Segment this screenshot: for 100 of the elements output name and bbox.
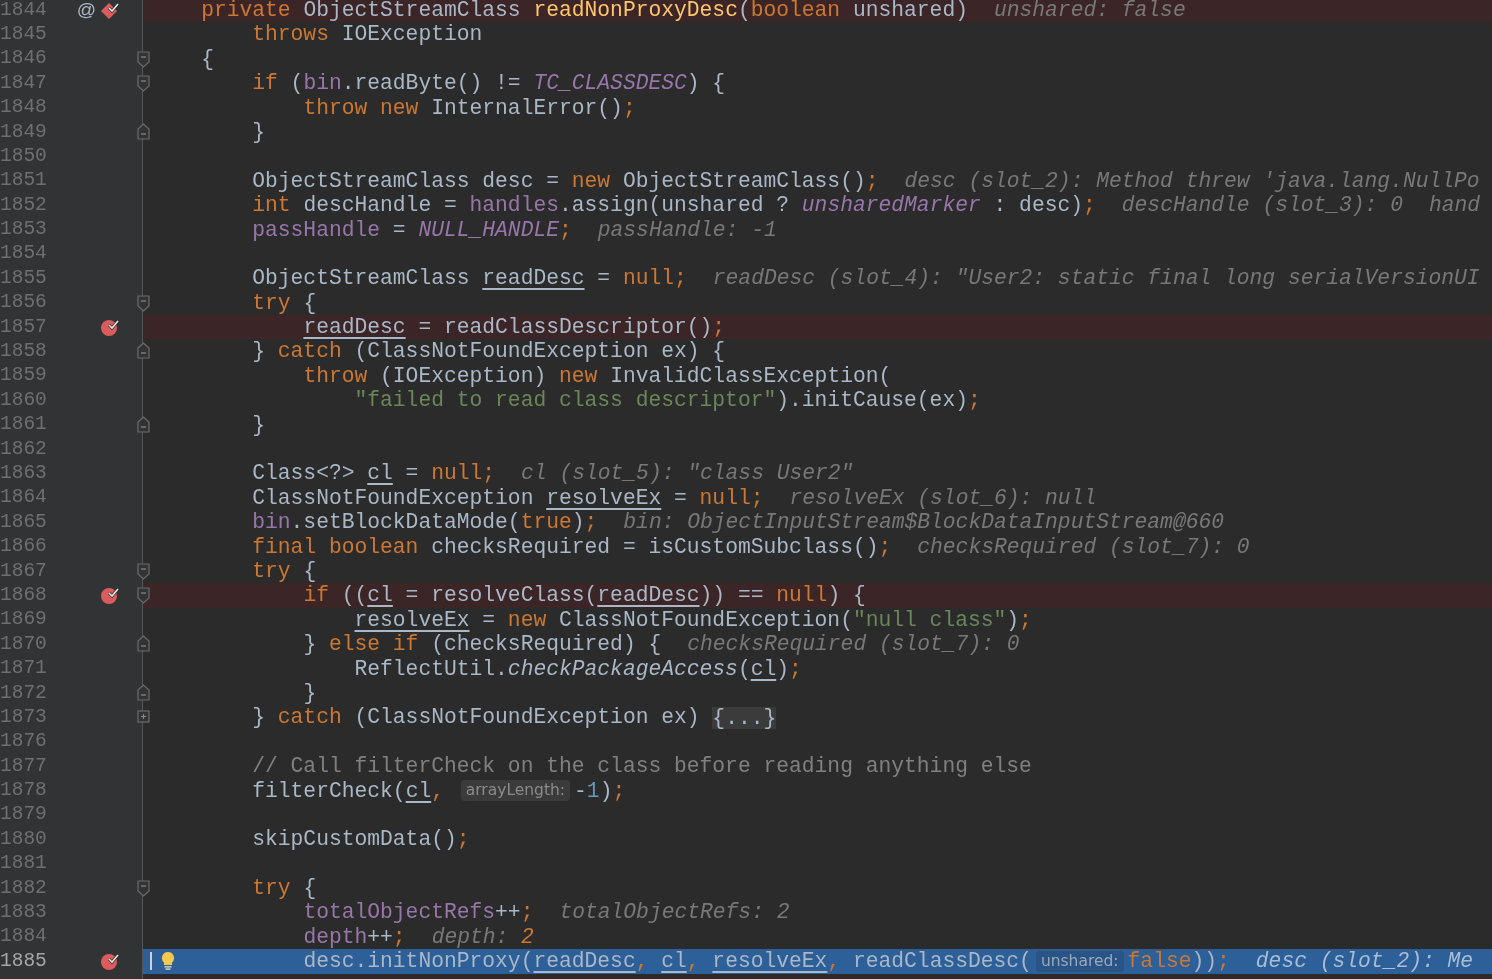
fold-marker-icon[interactable] [137, 635, 150, 654]
debug-value: checksRequired (slot_7): 0 [917, 534, 1250, 559]
debug-value: passHandle: -1 [597, 217, 777, 242]
debug-value: cl (slot_5): "class User2" [521, 461, 854, 486]
code-text: } [252, 119, 266, 145]
fold-marker-icon[interactable] [137, 562, 150, 580]
debug-value: resolveEx (slot_6): null [789, 485, 1097, 511]
line-number: 1862 [0, 436, 48, 462]
debug-value: depth: 2 [431, 924, 534, 950]
debug-value: desc (slot_2): Method threw 'java.lang.NullPo [904, 168, 1480, 194]
line-number: 1848 [0, 95, 48, 121]
debug-value: hand [1428, 193, 1481, 218]
annotation-mark[interactable]: @ [76, 0, 96, 21]
folded-code-button[interactable]: {...} [712, 706, 777, 729]
code-text: } catch (ClassNotFoundException ex) { [252, 339, 726, 364]
line-number: 1868 [0, 582, 48, 608]
breakpoint-icon[interactable] [100, 317, 120, 337]
code-text: } [252, 412, 266, 438]
line-number: 1864 [0, 485, 48, 511]
line-number: 1851 [0, 168, 48, 194]
text-cursor [150, 952, 152, 971]
code-text: "failed to read class descriptor").initCause(ex); [354, 388, 981, 413]
line-number: 1859 [0, 363, 48, 389]
code-text: ObjectStreamClass desc = new ObjectStreamClass(); [252, 168, 879, 194]
debug-value: bin: ObjectInputStream$BlockDataInputStream@660 [623, 510, 1224, 535]
code-text: ReflectUtil.checkPackageAccess(cl); [354, 656, 802, 681]
line-number: 1880 [0, 826, 48, 852]
code-text: throw (IOException) new InvalidClassException( [303, 363, 892, 389]
breakpoint-icon[interactable] [100, 951, 120, 971]
code-text: filterCheck(cl, [252, 778, 445, 803]
code-text: false)); [1127, 949, 1230, 974]
line-number: 1863 [0, 461, 48, 486]
line-number: 1853 [0, 217, 48, 243]
code-text: if ((cl = resolveClass(readDesc)) == null) { [303, 583, 866, 608]
code-text: depth++; [303, 924, 406, 950]
code-text: // Call filterCheck on the class before reading anything else [252, 754, 1032, 779]
code-text: readDesc = readClassDescriptor(); [303, 315, 726, 340]
code-text: try { [252, 876, 317, 901]
fold-marker-icon[interactable] [137, 683, 150, 702]
line-number: 1845 [0, 21, 48, 47]
line-number: 1860 [0, 387, 48, 413]
line-number: 1865 [0, 509, 48, 535]
code-text: { [201, 46, 214, 72]
debug-value: readDesc (slot_4): "User2: static final long serialVersionUI [712, 266, 1480, 291]
code-text: } else if (checksRequired) { [303, 632, 662, 657]
code-text: ObjectStreamClass readDesc = null; [252, 266, 687, 291]
breakpoint-icon[interactable] [100, 586, 120, 606]
code-text: passHandle = NULL_HANDLE; [252, 217, 572, 242]
fold-marker-icon[interactable] [137, 586, 150, 605]
line-number: 1869 [0, 607, 48, 633]
line-number: 1870 [0, 631, 48, 657]
line-number: 1857 [0, 314, 48, 340]
code-text: throw new InternalError(); [303, 95, 636, 120]
fold-marker-icon[interactable] [137, 49, 150, 68]
line-number: 1858 [0, 339, 48, 365]
code-text: final boolean checksRequired = isCustomSubclass(); [252, 534, 892, 559]
line-number: 1844 [0, 0, 48, 23]
fold-marker-icon[interactable] [137, 74, 150, 93]
line-number: 1876 [0, 729, 48, 755]
code-text: int descHandle = handles.assign(unshared ? unsharedMarker : desc); [252, 193, 1096, 218]
line-number: 1881 [0, 851, 48, 877]
code-text: try { [252, 290, 317, 316]
line-number: 1852 [0, 192, 48, 218]
code-text: throws IOException [252, 22, 483, 47]
line-number: 1861 [0, 412, 48, 438]
line-number: 1872 [0, 680, 48, 706]
debug-value: checksRequired (slot_7): 0 [687, 632, 1020, 657]
debug-value: descHandle (slot_3): 0 [1121, 193, 1403, 218]
code-text: Class<?> cl = null; [252, 461, 496, 486]
line-number: 1878 [0, 778, 48, 804]
code-text: bin.setBlockDataMode(true); [252, 510, 598, 535]
code-text: skipCustomData(); [252, 827, 470, 852]
code-text: if (bin.readByte() != TC_CLASSDESC) { [252, 71, 726, 96]
line-number: 1867 [0, 558, 48, 584]
parameter-hint: arrayLength: [460, 780, 571, 802]
line-number: 1866 [0, 534, 48, 560]
code-text: desc.initNonProxy(readDesc, cl, resolveEx, readClassDesc( [303, 949, 1032, 974]
code-text: try { [252, 559, 317, 584]
fold-marker-icon[interactable] [137, 342, 150, 361]
code-text: totalObjectRefs++; [303, 900, 534, 925]
line-number: 1850 [0, 143, 48, 169]
fold-marker-icon[interactable] [137, 293, 150, 312]
line-number: 1879 [0, 802, 48, 828]
line-number: 1884 [0, 924, 48, 950]
line-number: 1885 [0, 948, 48, 974]
method-breakpoint-icon[interactable] [100, 0, 120, 20]
code-text: private ObjectStreamClass readNonProxyDesc(boolean unshared) [201, 0, 968, 23]
fold-marker-icon[interactable] [137, 879, 150, 898]
fold-marker-icon[interactable] [137, 122, 150, 141]
debug-value: totalObjectRefs: 2 [559, 900, 790, 925]
lightbulb-icon[interactable] [161, 951, 175, 972]
debug-value: unshared: false [993, 0, 1186, 23]
line-number: 1883 [0, 900, 48, 926]
debug-value: desc (slot_2): Me [1255, 949, 1474, 974]
code-text: resolveEx = new ClassNotFoundException("null class"); [354, 607, 1032, 633]
fold-marker-icon[interactable] [137, 415, 150, 434]
line-number: 1871 [0, 656, 48, 682]
line-number: 1854 [0, 241, 48, 267]
code-text: } catch (ClassNotFoundException ex) [252, 705, 701, 730]
line-number: 1877 [0, 753, 48, 779]
